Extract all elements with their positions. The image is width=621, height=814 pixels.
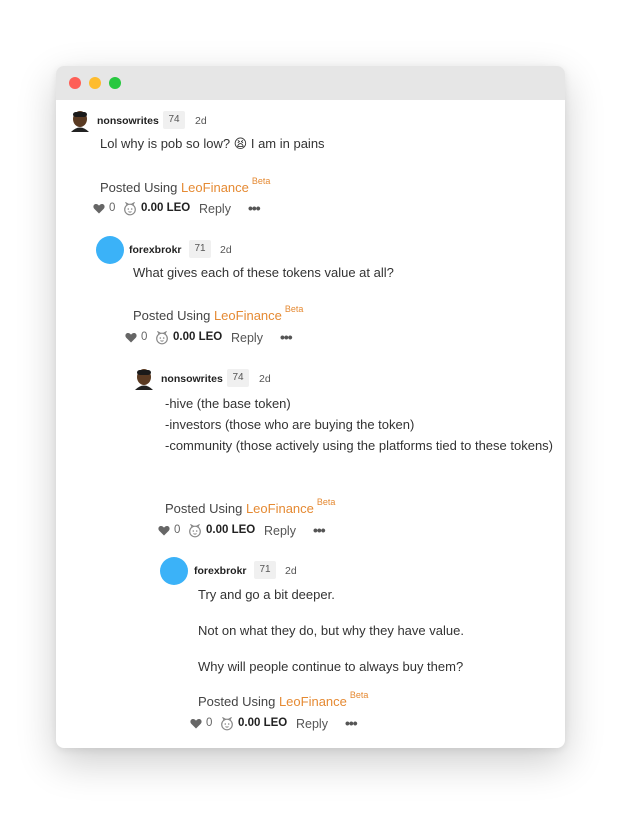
posted-using-label: Posted Using	[198, 694, 276, 709]
minimize-window-button[interactable]	[89, 77, 101, 89]
comment-header: nonsowrites 74 2d	[133, 368, 565, 392]
payout-value[interactable]: 0.00 LEO	[206, 524, 255, 536]
beta-badge: Beta	[251, 176, 271, 186]
vote-count: 0	[206, 717, 213, 729]
comment-time[interactable]: 2d	[195, 115, 207, 127]
reply-button[interactable]: Reply	[296, 717, 328, 731]
leofinance-link[interactable]: LeoFinance	[279, 694, 347, 709]
posted-using: Posted Using LeoFinance Beta	[133, 304, 303, 323]
window-titlebar	[56, 66, 565, 100]
heart-icon[interactable]	[125, 332, 137, 346]
reputation-badge: 71	[189, 240, 211, 258]
comment-text: -community (those actively using the pla…	[165, 437, 554, 453]
payout-value[interactable]: 0.00 LEO	[238, 717, 287, 729]
reply-button[interactable]: Reply	[231, 331, 263, 345]
leofinance-link[interactable]: LeoFinance	[214, 308, 282, 323]
comment-time[interactable]: 2d	[259, 373, 271, 385]
vote-count: 0	[174, 524, 181, 536]
avatar-person-icon[interactable]	[69, 110, 91, 132]
avatar-circle-blue[interactable]	[96, 236, 124, 264]
comment-time[interactable]: 2d	[285, 565, 297, 577]
leo-icon	[220, 716, 234, 734]
heart-icon[interactable]	[93, 203, 105, 217]
comment: forexbrokr 71 2d Try and go a bit deeper…	[160, 557, 565, 731]
avatar-person-icon[interactable]	[133, 368, 155, 390]
comment-header: nonsowrites 74 2d	[69, 110, 529, 134]
vote-count: 0	[109, 202, 116, 214]
payout-value[interactable]: 0.00 LEO	[141, 202, 190, 214]
maximize-window-button[interactable]	[109, 77, 121, 89]
leo-icon	[155, 330, 169, 348]
beta-badge: Beta	[284, 304, 304, 314]
comment: forexbrokr 71 2d What gives each of thes…	[96, 236, 556, 345]
more-options-icon[interactable]: •••	[280, 329, 293, 345]
comment-text: What gives each of these tokens value at…	[133, 265, 394, 280]
more-options-icon[interactable]: •••	[248, 200, 261, 216]
comment-username[interactable]: nonsowrites	[161, 373, 223, 385]
reputation-badge: 74	[227, 369, 249, 387]
leo-icon	[188, 523, 202, 541]
comment-username[interactable]: forexbrokr	[194, 565, 247, 577]
reply-button[interactable]: Reply	[199, 202, 231, 216]
more-options-icon[interactable]: •••	[313, 522, 326, 538]
close-window-button[interactable]	[69, 77, 81, 89]
payout-value[interactable]: 0.00 LEO	[173, 331, 222, 343]
posted-using: Posted Using LeoFinance Beta	[165, 497, 335, 516]
comment-body: What gives each of these tokens value at…	[133, 263, 528, 284]
posted-using-label: Posted Using	[100, 180, 178, 195]
comment-body: Try and go a bit deeper. Not on what the…	[198, 585, 565, 677]
comment-text: Lol why is pob so low? 😫 I am in pains	[100, 136, 325, 151]
comment-text: Try and go a bit deeper.	[198, 587, 335, 602]
comment: nonsowrites 74 2d Lol why is pob so low?…	[69, 110, 529, 216]
comment-text: Not on what they do, but why they have v…	[198, 622, 464, 638]
comment-body: -hive (the base token) -investors (those…	[165, 394, 560, 456]
comment-header: forexbrokr 71 2d	[96, 236, 556, 264]
comment-text: Why will people continue to always buy t…	[198, 658, 464, 674]
leo-icon	[123, 201, 137, 219]
browser-window: nonsowrites 74 2d Lol why is pob so low?…	[56, 66, 565, 748]
comment-time[interactable]: 2d	[220, 244, 232, 256]
posted-using: Posted Using LeoFinance Beta	[198, 690, 368, 709]
vote-count: 0	[141, 331, 148, 343]
beta-badge: Beta	[316, 497, 336, 507]
posted-using: Posted Using LeoFinance Beta	[100, 176, 270, 195]
comment-username[interactable]: nonsowrites	[97, 115, 159, 127]
comment-body: Lol why is pob so low? 😫 I am in pains	[100, 134, 495, 155]
heart-icon[interactable]	[158, 525, 170, 539]
beta-badge: Beta	[349, 690, 369, 700]
posted-using-label: Posted Using	[133, 308, 211, 323]
leofinance-link[interactable]: LeoFinance	[181, 180, 249, 195]
leofinance-link[interactable]: LeoFinance	[246, 501, 314, 516]
posted-using-label: Posted Using	[165, 501, 243, 516]
comment-header: forexbrokr 71 2d	[160, 557, 565, 585]
reputation-badge: 71	[254, 561, 276, 579]
comment-username[interactable]: forexbrokr	[129, 244, 182, 256]
avatar-circle-blue[interactable]	[160, 557, 188, 585]
reply-button[interactable]: Reply	[264, 524, 296, 538]
comment-text: -investors (those who are buying the tok…	[165, 416, 415, 432]
more-options-icon[interactable]: •••	[345, 715, 358, 731]
comment-text: -hive (the base token)	[165, 396, 291, 411]
reputation-badge: 74	[163, 111, 185, 129]
heart-icon[interactable]	[190, 718, 202, 732]
comment: nonsowrites 74 2d -hive (the base token)…	[133, 368, 565, 538]
